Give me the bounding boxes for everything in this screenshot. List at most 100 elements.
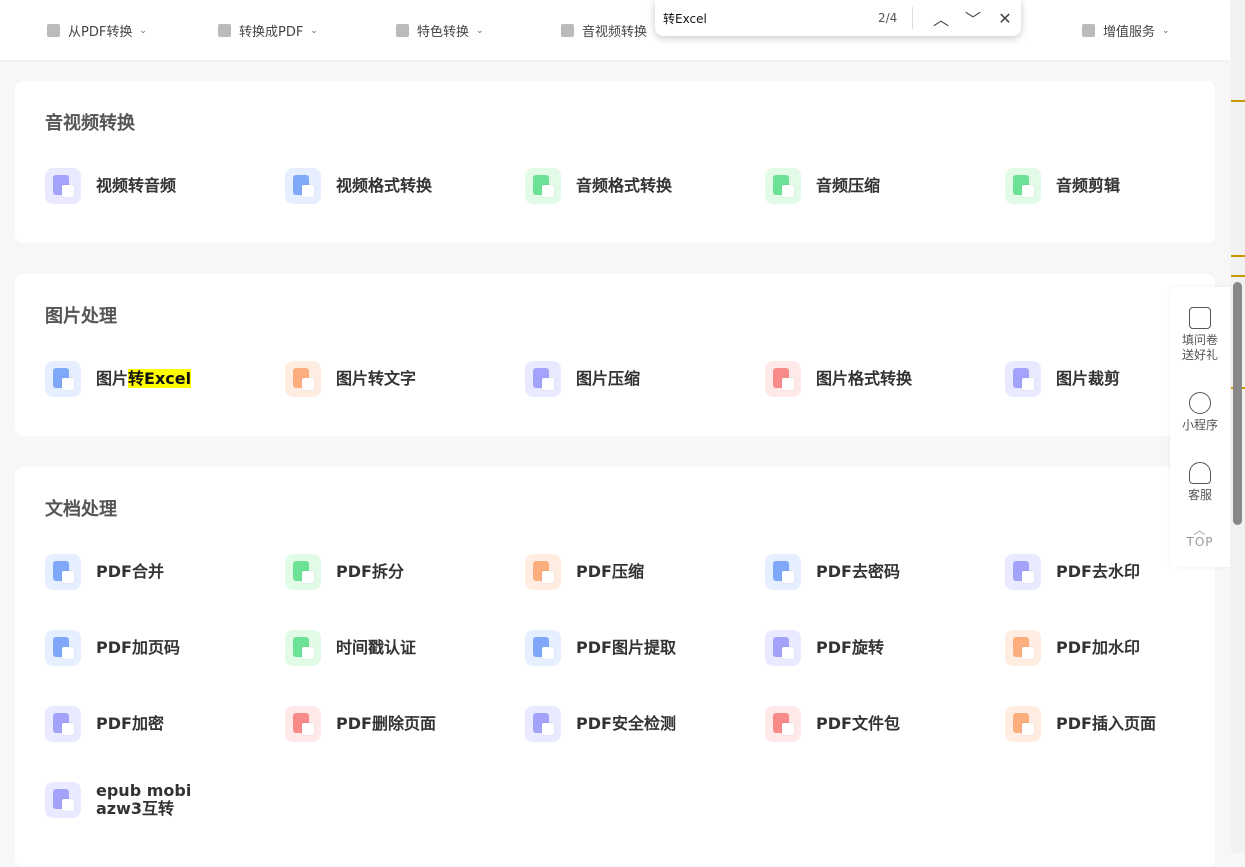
close-icon[interactable]: ✕ xyxy=(989,9,1021,28)
chevron-down-icon: ⌄ xyxy=(476,25,484,36)
mini-program-label: 小程序 xyxy=(1181,418,1218,432)
tool-icon xyxy=(45,168,81,204)
nav-label: 特色转换 xyxy=(417,25,470,40)
customer-service-button[interactable]: 客服 xyxy=(1170,462,1230,503)
tool-item[interactable]: 图片转文字 xyxy=(285,361,515,397)
tool-item[interactable]: 视频转音频 xyxy=(45,168,275,204)
tool-item[interactable]: PDF加水印 xyxy=(1005,630,1235,666)
tool-item[interactable]: PDF文件包 xyxy=(765,706,995,742)
nav-item[interactable]: 音视频转换 xyxy=(561,21,647,40)
nav-item[interactable]: 增值服务 ⌄ xyxy=(1082,21,1170,40)
nav-item[interactable]: 从PDF转换 ⌄ xyxy=(47,21,147,40)
tool-item[interactable]: PDF安全检测 xyxy=(525,706,755,742)
tool-item[interactable]: PDF图片提取 xyxy=(525,630,755,666)
find-input[interactable] xyxy=(663,11,863,25)
tool-icon xyxy=(525,554,561,590)
section-title: 音视频转换 xyxy=(45,113,135,134)
tool-label: 时间戳认证 xyxy=(336,638,417,657)
scrollbar[interactable] xyxy=(1231,0,1245,853)
nav-label: 增值服务 xyxy=(1103,25,1156,40)
tool-icon xyxy=(765,630,801,666)
nav-item[interactable]: 特色转换 ⌄ xyxy=(396,21,484,40)
tool-item[interactable]: 图片压缩 xyxy=(525,361,755,397)
nav-icon xyxy=(396,24,409,37)
chevron-down-icon[interactable]: ﹀ xyxy=(957,6,989,30)
tool-item[interactable]: 时间戳认证 xyxy=(285,630,515,666)
section-card: 图片处理图片转Excel 图片转文字 图片压缩 图片格式转换 图片裁剪 xyxy=(15,274,1215,436)
tool-item[interactable]: PDF加密 xyxy=(45,706,275,742)
find-bar: 2/4 ︿ ﹀ ✕ xyxy=(655,0,1021,36)
back-to-top-button[interactable]: ︿ TOP xyxy=(1170,523,1230,550)
tool-icon xyxy=(45,782,81,818)
tool-label: PDF去水印 xyxy=(1056,562,1140,581)
tool-item[interactable]: PDF旋转 xyxy=(765,630,995,666)
chevron-up-icon: ︿ xyxy=(1193,523,1207,537)
nav-label: 从PDF转换 xyxy=(68,25,133,40)
tool-icon xyxy=(765,706,801,742)
tool-icon xyxy=(765,554,801,590)
tool-label: PDF旋转 xyxy=(816,638,884,657)
customer-service-label: 客服 xyxy=(1187,488,1212,502)
tool-label: 视频转音频 xyxy=(96,176,177,195)
section-card: 音视频转换 视频转音频 视频格式转换 音频格式转换 音频压缩 音频剪辑 xyxy=(15,81,1215,243)
tool-label: epub mobi azw3互转 xyxy=(96,781,192,818)
tool-item[interactable]: PDF合并 xyxy=(45,554,275,590)
tool-item[interactable]: 音频压缩 xyxy=(765,168,995,204)
tool-label: PDF压缩 xyxy=(576,562,644,581)
mini-program-button[interactable]: 小程序 xyxy=(1170,392,1230,433)
section-title: 文档处理 xyxy=(45,499,117,520)
tool-item[interactable]: epub mobi azw3互转 xyxy=(45,782,275,818)
tool-item[interactable]: 音频剪辑 xyxy=(1005,168,1235,204)
nav-icon xyxy=(218,24,231,37)
tool-label: 图片格式转换 xyxy=(816,369,913,388)
mini-program-icon xyxy=(1189,392,1211,414)
tool-label: 图片压缩 xyxy=(576,369,641,388)
scrollbar-thumb[interactable] xyxy=(1233,282,1242,525)
tool-label: 音频压缩 xyxy=(816,176,881,195)
nav-item[interactable]: 转换成PDF ⌄ xyxy=(218,21,318,40)
survey-button[interactable]: 填问卷 送好礼 xyxy=(1170,307,1230,363)
tool-label: PDF图片提取 xyxy=(576,638,676,657)
tool-item[interactable]: PDF拆分 xyxy=(285,554,515,590)
survey-icon xyxy=(1189,307,1211,329)
tool-item[interactable]: 图片转Excel xyxy=(45,361,275,397)
search-highlight: 转Excel xyxy=(128,369,192,388)
nav-icon xyxy=(561,24,574,37)
tool-icon xyxy=(525,361,561,397)
match-marker xyxy=(1231,100,1245,102)
match-marker xyxy=(1231,255,1245,257)
tool-label: 图片转文字 xyxy=(336,369,417,388)
tool-label: 视频格式转换 xyxy=(336,176,433,195)
tool-label: PDF加密 xyxy=(96,714,164,733)
tool-item[interactable]: PDF去密码 xyxy=(765,554,995,590)
tool-item[interactable]: PDF插入页面 xyxy=(1005,706,1235,742)
tool-label: PDF加页码 xyxy=(96,638,180,657)
chevron-down-icon: ⌄ xyxy=(310,25,318,36)
tool-label: PDF文件包 xyxy=(816,714,900,733)
tool-item[interactable]: PDF加页码 xyxy=(45,630,275,666)
tool-icon xyxy=(285,630,321,666)
tool-item[interactable]: 视频格式转换 xyxy=(285,168,515,204)
section-title: 图片处理 xyxy=(45,306,117,327)
find-count: 2/4 xyxy=(878,11,898,25)
tool-label: 音频格式转换 xyxy=(576,176,673,195)
chevron-up-icon[interactable]: ︿ xyxy=(925,6,957,30)
tool-label: PDF拆分 xyxy=(336,562,404,581)
tool-item[interactable]: PDF压缩 xyxy=(525,554,755,590)
tool-icon xyxy=(285,554,321,590)
top-label: TOP xyxy=(1186,535,1214,549)
chevron-down-icon: ⌄ xyxy=(139,25,147,36)
tool-item[interactable]: 音频格式转换 xyxy=(525,168,755,204)
tool-item[interactable]: PDF删除页面 xyxy=(285,706,515,742)
nav-label: 音视频转换 xyxy=(582,25,648,40)
tool-icon xyxy=(525,168,561,204)
tool-item[interactable]: 图片格式转换 xyxy=(765,361,995,397)
tool-label: PDF删除页面 xyxy=(336,714,436,733)
tool-label: 图片裁剪 xyxy=(1056,369,1121,388)
tool-icon xyxy=(1005,554,1041,590)
tool-icon xyxy=(45,554,81,590)
tool-icon xyxy=(1005,168,1041,204)
tool-icon xyxy=(1005,361,1041,397)
tool-label: 图片 xyxy=(96,369,129,388)
tool-label: PDF加水印 xyxy=(1056,638,1140,657)
